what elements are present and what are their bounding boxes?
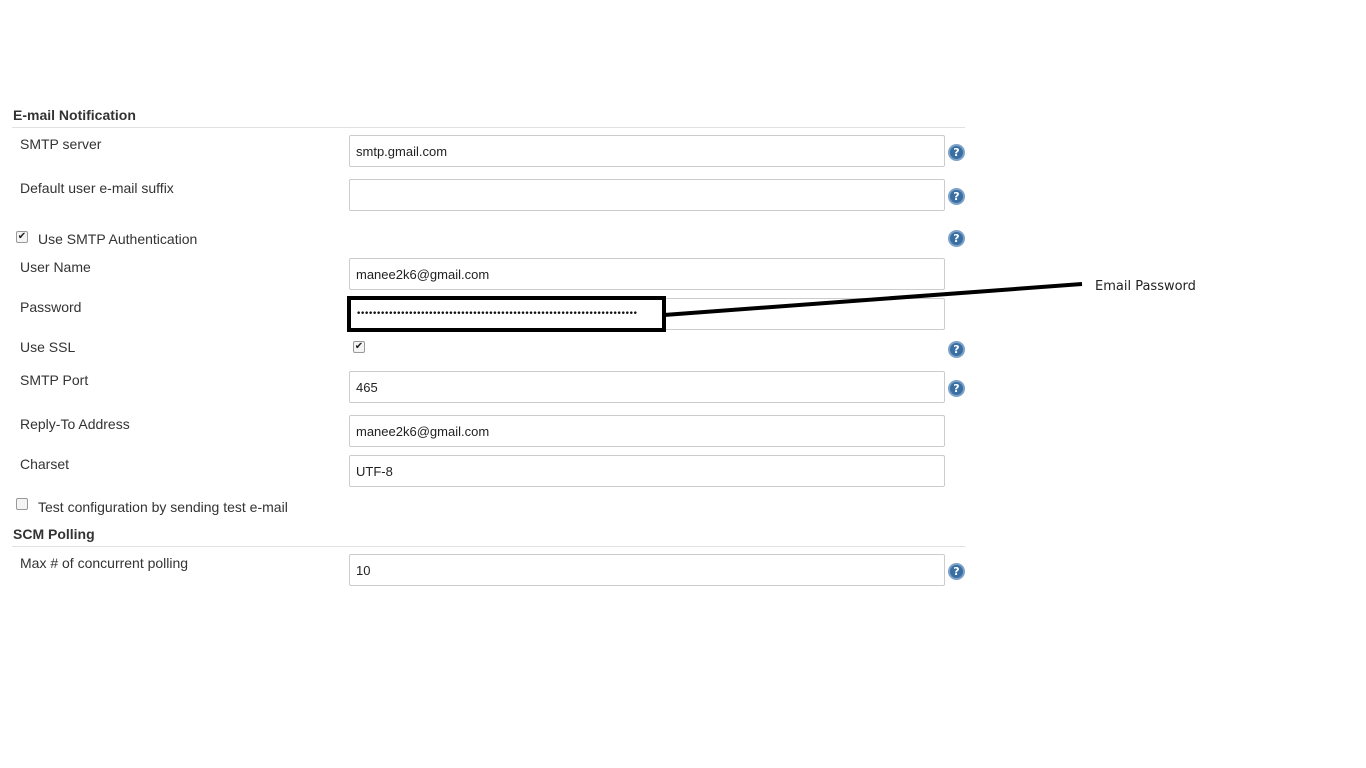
annotation-label: Email Password [1095,279,1196,294]
annotation-line [663,282,1083,317]
annotation-arrow [663,282,1083,317]
